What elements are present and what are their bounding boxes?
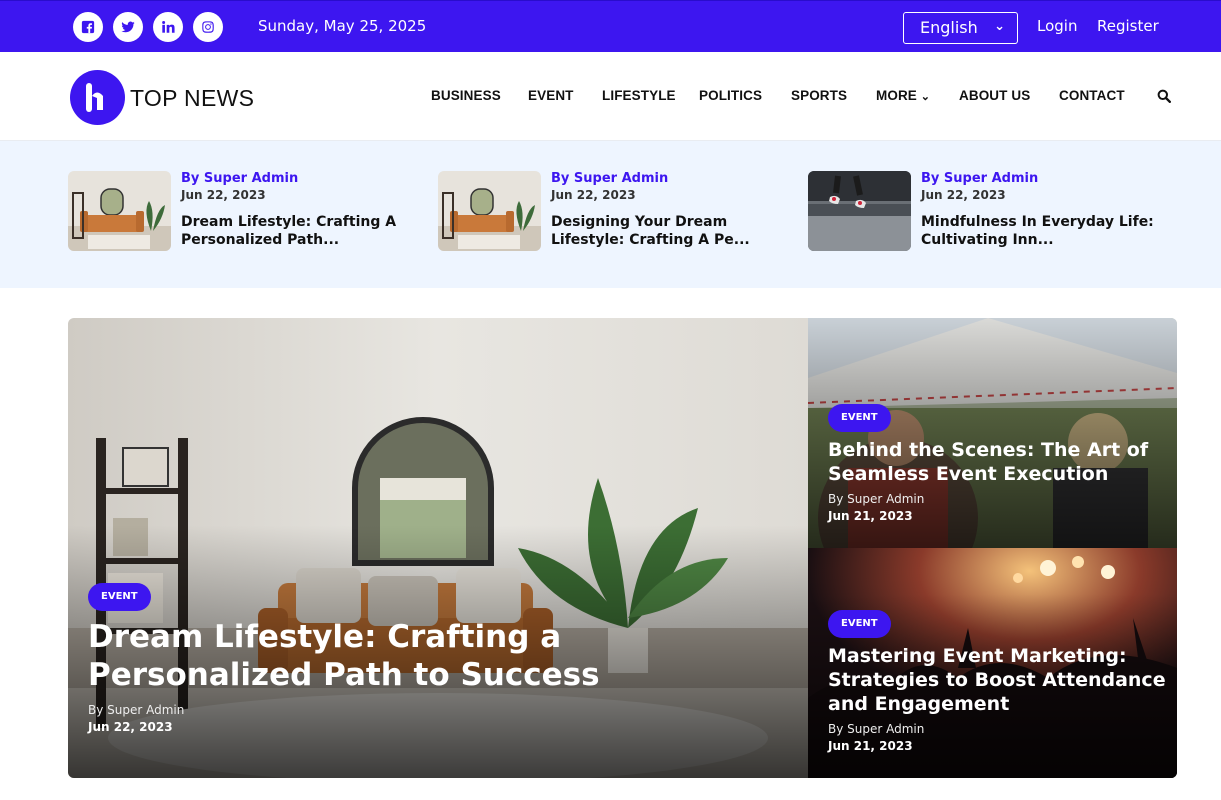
featured-side-date: Jun 21, 2023 [828,509,913,523]
ticker-title[interactable]: Designing Your Dream Lifestyle: Crafting… [551,213,791,249]
trending-item[interactable]: By Super Admin Jun 22, 2023 Mindfulness … [808,171,1168,251]
living-room-thumbnail[interactable] [438,171,541,251]
ticker-author[interactable]: By Super Admin [181,171,298,186]
ticker-date: Jun 22, 2023 [181,188,266,202]
instagram-icon[interactable] [193,12,223,42]
top-bar: Sunday, May 25, 2025 English ⌄ Login Reg… [0,0,1221,52]
trending-item[interactable]: By Super Admin Jun 22, 2023 Designing Yo… [438,171,798,251]
category-badge[interactable]: EVENT [828,404,891,432]
featured-side-date: Jun 21, 2023 [828,739,913,753]
featured-side-card[interactable]: EVENT Behind the Scenes: The Art of Seam… [808,318,1177,548]
nav-sports[interactable]: SPORTS [791,88,847,103]
featured-side-author[interactable]: By Super Admin [828,722,924,736]
living-room-thumbnail[interactable] [68,171,171,251]
twitter-icon[interactable] [113,12,143,42]
language-select[interactable]: English ⌄ [903,12,1018,44]
featured-main-author[interactable]: By Super Admin [88,703,184,717]
facebook-icon[interactable] [73,12,103,42]
featured-side-title[interactable]: Behind the Scenes: The Art of Seamless E… [828,438,1168,486]
sneakers-thumbnail[interactable] [808,171,911,251]
nav-contact[interactable]: CONTACT [1059,88,1125,103]
featured-main-date: Jun 22, 2023 [88,720,173,734]
featured-main-card[interactable]: EVENT Dream Lifestyle: Crafting a Person… [68,318,808,778]
featured-side-title[interactable]: Mastering Event Marketing: Strategies to… [828,644,1168,716]
current-date: Sunday, May 25, 2025 [258,17,427,35]
site-logo-text[interactable]: TOP NEWS [130,85,254,112]
ticker-author[interactable]: By Super Admin [551,171,668,186]
trending-item[interactable]: By Super Admin Jun 22, 2023 Dream Lifest… [68,171,428,251]
nav-more[interactable]: MORE ⌄ [876,88,930,103]
logo-mark[interactable] [70,70,125,125]
ticker-author[interactable]: By Super Admin [921,171,1038,186]
featured-side-card[interactable]: EVENT Mastering Event Marketing: Strateg… [808,548,1177,778]
nav-lifestyle[interactable]: LIFESTYLE [602,88,676,103]
nav-about-us[interactable]: ABOUT US [959,88,1030,103]
language-value: English [920,18,978,37]
ticker-title[interactable]: Dream Lifestyle: Crafting A Personalized… [181,213,421,249]
ticker-date: Jun 22, 2023 [921,188,1006,202]
login-link[interactable]: Login [1037,17,1077,35]
nav-business[interactable]: BUSINESS [431,88,501,103]
chevron-down-icon: ⌄ [994,19,1005,34]
category-badge[interactable]: EVENT [88,583,151,611]
linkedin-icon[interactable] [153,12,183,42]
ticker-date: Jun 22, 2023 [551,188,636,202]
nav-more-label: MORE [876,88,917,103]
search-icon[interactable] [1157,88,1173,104]
main-header: TOP NEWS BUSINESS EVENT LIFESTYLE POLITI… [0,52,1221,141]
featured-main-title[interactable]: Dream Lifestyle: Crafting a Personalized… [88,618,788,694]
nav-event[interactable]: EVENT [528,88,574,103]
chevron-down-icon: ⌄ [920,91,931,103]
ticker-title[interactable]: Mindfulness In Everyday Life: Cultivatin… [921,213,1161,249]
register-link[interactable]: Register [1097,17,1159,35]
trending-strip: By Super Admin Jun 22, 2023 Dream Lifest… [0,141,1221,288]
category-badge[interactable]: EVENT [828,610,891,638]
nav-politics[interactable]: POLITICS [699,88,762,103]
featured-side-author[interactable]: By Super Admin [828,492,924,506]
